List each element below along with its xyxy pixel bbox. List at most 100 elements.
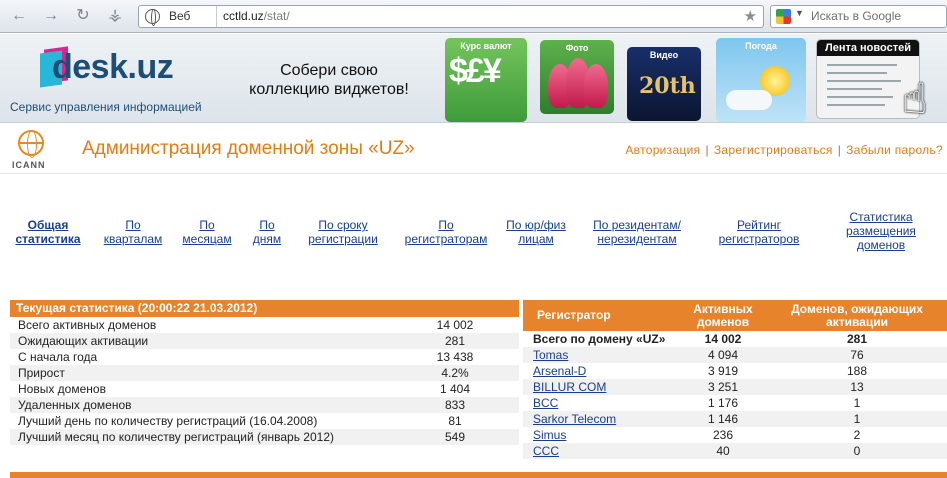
- tab-label: регистраторам: [404, 232, 488, 246]
- registrar-link[interactable]: Arsenal-D: [533, 364, 586, 378]
- pending-count: 13: [850, 380, 864, 394]
- tab-label: По: [259, 218, 275, 232]
- tab-by-quarters[interactable]: По кварталам: [98, 218, 168, 246]
- active-count: 1 146: [707, 412, 739, 426]
- tab-label: кварталам: [103, 232, 163, 246]
- registrar-link[interactable]: BCC: [533, 396, 558, 410]
- currency-tile-label: Курс валют: [460, 41, 512, 51]
- tab-label: Общая: [27, 218, 69, 232]
- pending-count: 1: [853, 412, 861, 426]
- total-label: Всего по домену «UZ»: [533, 332, 666, 346]
- registrar-link[interactable]: Sarkor Telecom: [533, 412, 616, 426]
- tab-general-stats[interactable]: Общая статистика: [10, 218, 86, 246]
- stat-row: Новых доменов 1 404: [10, 381, 519, 397]
- table-row: BCC 1 176 1: [523, 395, 947, 411]
- globe-icon: [145, 9, 160, 26]
- link-separator: |: [837, 143, 842, 157]
- forward-arrow-icon[interactable]: →: [40, 6, 62, 26]
- url-path: /stat/: [263, 9, 290, 23]
- current-stats-panel: Текущая статистика (20:00:22 21.03.2012)…: [10, 300, 519, 445]
- current-stats-header: Текущая статистика (20:00:22 21.03.2012): [10, 300, 519, 317]
- stat-value: 81: [448, 414, 462, 428]
- tab-label: регистрации: [308, 232, 378, 246]
- search-engine-label[interactable]: Веб: [169, 6, 217, 27]
- hand-cursor-icon: ☝: [902, 75, 928, 122]
- slogan-line-2: коллекцию виджетов!: [249, 81, 409, 98]
- stat-row: Ожидающих активации 281: [10, 333, 519, 349]
- stat-row: Удаленных доменов 833: [10, 397, 519, 413]
- tab-label: Рейтинг: [736, 218, 782, 232]
- google-icon[interactable]: [776, 9, 791, 24]
- stat-label: С начала года: [18, 350, 98, 364]
- total-pending: 281: [846, 332, 868, 346]
- login-link[interactable]: Авторизация: [625, 143, 700, 157]
- table-row: Simus 236 2: [523, 427, 947, 443]
- url-text[interactable]: cctld.uz/stat/: [223, 6, 290, 27]
- url-host: cctld.uz: [223, 9, 264, 23]
- active-count: 3 919: [707, 364, 739, 378]
- col-pending-line: активации: [826, 315, 888, 329]
- video-tile-label: Видео: [649, 50, 679, 60]
- pending-count: 76: [850, 348, 864, 362]
- tab-registrar-rating[interactable]: Рейтинг регистраторов: [712, 218, 806, 246]
- tab-domain-hosting-stats[interactable]: Статистика размещения доменов: [838, 210, 924, 252]
- chevron-down-icon[interactable]: ▼: [795, 8, 804, 18]
- currency-widget-tile[interactable]: Курс валют $£¥: [445, 38, 527, 122]
- news-line: [827, 64, 897, 66]
- google-search-box[interactable]: ▼ Искать в Google: [770, 5, 947, 28]
- stat-label: Ожидающих активации: [18, 334, 149, 348]
- tab-label: статистика: [15, 232, 81, 246]
- video-widget-tile[interactable]: Видео 20th: [627, 47, 701, 121]
- banner-logo-text: desk.uz: [52, 48, 174, 86]
- active-count: 40: [716, 444, 730, 458]
- news-line: [827, 88, 882, 90]
- registrar-link[interactable]: Tomas: [533, 348, 568, 362]
- back-arrow-icon[interactable]: ←: [8, 6, 30, 26]
- table-row: Sarkor Telecom 1 146 1: [523, 411, 947, 427]
- stat-value: 13 438: [436, 350, 474, 364]
- bottom-divider: [10, 472, 947, 478]
- table-row: BILLUR COM 3 251 13: [523, 379, 947, 395]
- tab-by-residents[interactable]: По резидентам/нерезидентам: [586, 218, 688, 246]
- desk-uz-banner[interactable]: desk.uz Сервис управления информацией Со…: [0, 34, 947, 123]
- tab-by-days[interactable]: По дням: [246, 218, 288, 246]
- bookmark-star-icon[interactable]: ★: [744, 7, 757, 25]
- stat-row: Лучший месяц по количеству регистраций (…: [10, 429, 519, 445]
- tab-by-registration-term[interactable]: По сроку регистрации: [302, 218, 384, 246]
- reload-icon[interactable]: ↻: [72, 6, 94, 26]
- address-bar[interactable]: Веб cctld.uz/stat/ ★: [138, 5, 764, 28]
- register-link[interactable]: Зарегистрироваться: [714, 143, 833, 157]
- key-icon[interactable]: ⚶: [104, 6, 126, 26]
- active-count: 1 176: [707, 396, 739, 410]
- active-count: 3 251: [707, 380, 739, 394]
- stat-row: Всего активных доменов 14 002: [10, 317, 519, 333]
- stat-label: Удаленных доменов: [18, 398, 132, 412]
- stat-label: Лучший месяц по количеству регистраций (…: [18, 430, 335, 444]
- tab-by-months[interactable]: По месяцам: [176, 218, 238, 246]
- photo-tile-label: Фото: [565, 43, 589, 53]
- registrars-panel: Регистратор Активных доменов Доменов, ожи…: [523, 300, 947, 459]
- tab-by-legal-entity[interactable]: По юр/физ лицам: [500, 218, 572, 246]
- tab-label: размещения: [846, 224, 916, 238]
- stat-row: С начала года 13 438: [10, 349, 519, 365]
- stat-value: 14 002: [436, 318, 474, 332]
- registrar-link[interactable]: BILLUR COM: [533, 380, 606, 394]
- registrars-header: Регистратор Активных доменов Доменов, ожи…: [523, 300, 947, 331]
- page-title: Администрация доменной зоны «UZ»: [82, 138, 415, 159]
- icann-logo-text: ICANN: [12, 160, 46, 170]
- news-tile-label: Лента новостей: [817, 40, 919, 56]
- stat-row: Прирост 4.2%: [10, 365, 519, 381]
- registrar-link[interactable]: Simus: [533, 428, 566, 442]
- col-active-line: доменов: [696, 315, 750, 329]
- weather-widget-tile[interactable]: Погода: [716, 38, 806, 122]
- cloud-icon: [726, 90, 772, 110]
- forgot-password-link[interactable]: Забыли пароль?: [846, 143, 943, 157]
- search-placeholder[interactable]: Искать в Google: [811, 6, 901, 27]
- registrars-rows: Всего по домену «UZ» 14 002 281 Tomas 4 094…: [523, 331, 947, 459]
- tab-by-registrars[interactable]: По регистраторам: [398, 218, 494, 246]
- stat-label: Всего активных доменов: [18, 318, 157, 332]
- registrar-link[interactable]: CCC: [533, 444, 559, 458]
- col-pending: Доменов, ожидающих активации: [785, 303, 929, 329]
- photo-widget-tile[interactable]: Фото: [540, 40, 614, 114]
- auth-links: Авторизация | Зарегистрироваться | Забыли па…: [625, 143, 943, 157]
